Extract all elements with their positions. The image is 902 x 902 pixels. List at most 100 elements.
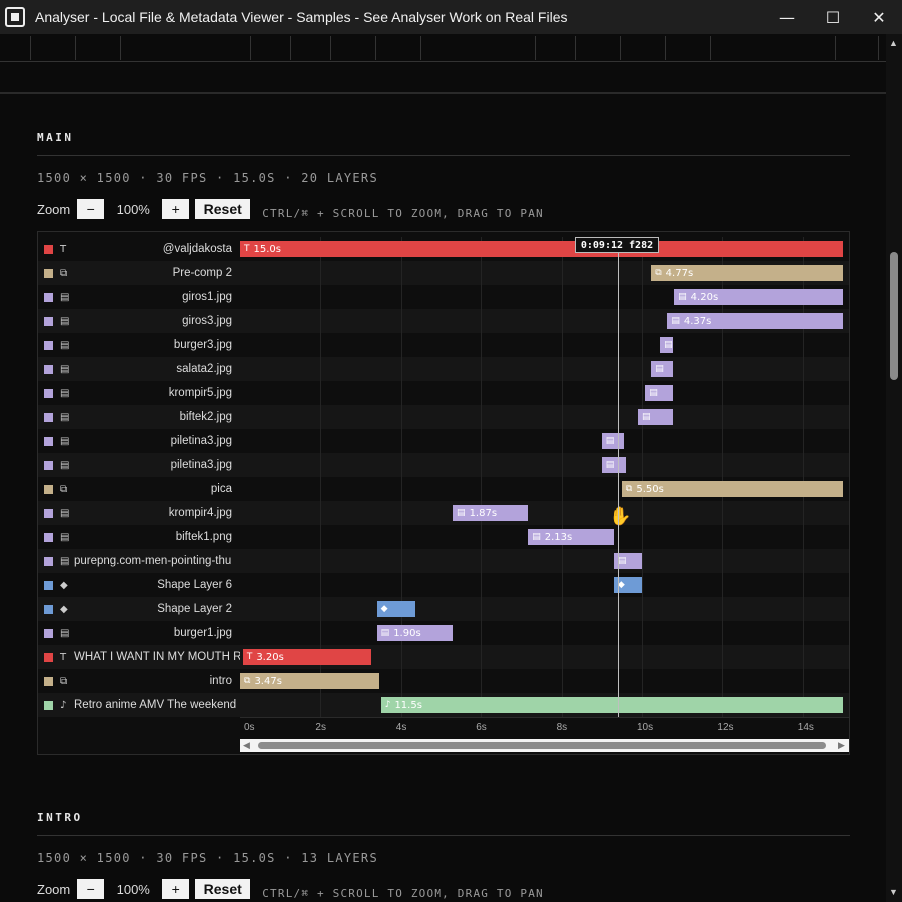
maximize-button[interactable]: ☐ [810,0,856,34]
layer-row-label[interactable]: T WHAT I WANT IN MY MOUTH RIG [38,645,240,669]
layer-row-label[interactable]: ▤ biftek2.jpg [38,405,240,429]
layer-bar[interactable]: ♪ 11.5s [380,697,843,713]
layer-bar[interactable]: ▤ 2.13s [528,529,614,545]
horizontal-scrollbar[interactable]: ◀ ▶ [240,739,849,752]
layer-bar[interactable]: ▤ [601,457,626,473]
layer-row-label[interactable]: ▤ purepng.com-men-pointing-thu [38,549,240,573]
scrollbar-thumb[interactable] [890,252,898,380]
zoom-in-button[interactable]: + [162,879,190,899]
layer-bar[interactable]: T 15.0s [240,241,843,257]
vertical-scrollbar[interactable]: ▲ ▼ [886,34,902,902]
layer-row-label[interactable]: T @valjdakosta [38,237,240,261]
layer-row-label[interactable]: ♪ Retro anime AMV The weekend [38,693,240,717]
layer-track-row: ▤ [240,357,849,381]
layer-row-label[interactable]: ▤ krompir5.jpg [38,381,240,405]
timeline-track-area[interactable]: T 15.0s ⧉ 4.77s ▤ 4.20s ▤ 4.37s ▤ ▤ ▤ ▤ ▤ ▤ ⧉ 5.50s ▤ 1.8… [240,237,849,717]
image-layer-icon: ▤ [60,363,70,375]
layer-row-label[interactable]: ▤ krompir4.jpg [38,501,240,525]
layer-row-label[interactable]: ⧉ pica [38,477,240,501]
strip-divider [878,36,879,60]
layer-bar[interactable]: ▤ [660,337,674,353]
layer-duration-label: 1.87s [469,507,498,519]
layer-bar[interactable]: T 3.20s [242,649,372,665]
layer-row-label[interactable]: ▤ giros3.jpg [38,309,240,333]
ruler-tick-label: 8s [556,722,568,733]
composition-meta: 1500 × 1500 · 30 FPS · 15.0S · 20 LAYERS [37,171,378,185]
image-bar-icon: ▤ [649,388,658,398]
layer-row-label[interactable]: ▤ salata2.jpg [38,357,240,381]
layer-row-label[interactable]: ▤ burger1.jpg [38,621,240,645]
ruler-tick-label: 10s [637,722,654,733]
layer-bar[interactable]: ▤ [601,433,624,449]
zoom-hint: CTRL/⌘ + SCROLL TO ZOOM, DRAG TO PAN [262,206,544,220]
image-bar-icon: ▤ [664,340,673,350]
ruler-tick-label: 6s [476,722,487,733]
layer-bar[interactable]: ◆ [376,601,415,617]
image-layer-icon: ▤ [60,411,70,423]
layer-color-swatch [44,460,53,470]
zoom-out-button[interactable]: − [77,879,105,899]
audio-bar-icon: ♪ [384,700,391,710]
composition-meta: 1500 × 1500 · 30 FPS · 15.0S · 13 LAYERS [37,851,378,865]
gridline [722,237,724,717]
layer-row-label[interactable]: ⧉ Pre-comp 2 [38,261,240,285]
layer-bar[interactable]: ▤ [651,361,674,377]
scroll-down-icon[interactable]: ▼ [889,887,898,897]
layer-row-label[interactable]: ▤ giros1.jpg [38,285,240,309]
layer-name: burger3.jpg [173,339,232,351]
image-layer-icon: ▤ [60,339,70,351]
zoom-in-button[interactable]: + [162,199,190,219]
layer-row-label[interactable]: ◆ Shape Layer 6 [38,573,240,597]
layer-bar[interactable]: ▤ [637,409,674,425]
layer-name: piletina3.jpg [170,459,232,471]
text-bar-icon: T [244,244,250,254]
minimize-button[interactable]: — [764,0,810,34]
layer-color-swatch [44,292,53,302]
layer-duration-label: 2.13s [544,531,573,543]
layer-row-label[interactable]: ⧉ intro [38,669,240,693]
layer-name: biftek2.jpg [179,411,232,423]
layer-color-swatch [44,604,53,614]
layer-name: pica [210,483,232,495]
zoom-value: 100% [116,881,150,897]
gridline [400,237,402,717]
layer-bar[interactable]: ▤ 4.20s [674,289,843,305]
layer-bar[interactable]: ⧉ 5.50s [621,481,843,497]
zoom-out-button[interactable]: − [77,199,105,219]
layer-bar[interactable]: ▤ 1.90s [376,625,454,641]
layer-color-swatch [44,268,53,278]
scroll-up-icon[interactable]: ▲ [889,38,898,48]
layer-name: piletina3.jpg [170,435,232,447]
image-bar-icon: ▤ [678,292,687,302]
section-rule [37,155,850,156]
layer-color-swatch [44,316,53,326]
time-ruler: 0s 2s 4s 6s 8s 10s 12s 14s [240,717,849,735]
precomp-layer-icon: ⧉ [60,267,68,279]
layer-color-swatch [44,676,53,686]
layer-bar[interactable]: ⧉ 3.47s [240,673,380,689]
zoom-value: 100% [116,201,150,217]
layer-bar[interactable]: ▤ [645,385,674,401]
layer-color-swatch [44,244,53,254]
scroll-left-icon[interactable]: ◀ [243,739,250,752]
scroll-right-icon[interactable]: ▶ [838,739,845,752]
layer-color-swatch [44,628,53,638]
zoom-reset-button[interactable]: Reset [195,199,251,219]
layer-row-label[interactable]: ▤ piletina3.jpg [38,429,240,453]
layer-duration-label: 4.37s [683,315,712,327]
image-bar-icon: ▤ [380,628,390,638]
layer-row-label[interactable]: ◆ Shape Layer 2 [38,597,240,621]
image-layer-icon: ▤ [60,507,70,519]
close-button[interactable]: ✕ [856,0,902,34]
zoom-reset-button[interactable]: Reset [195,879,251,899]
layer-row-label[interactable]: ▤ burger3.jpg [38,333,240,357]
hscroll-thumb[interactable] [258,742,826,749]
layer-row-label[interactable]: ▤ piletina3.jpg [38,453,240,477]
playhead-line[interactable] [617,237,619,717]
layer-bar[interactable]: ⧉ 4.77s [651,265,843,281]
layer-bar[interactable]: ▤ 4.37s [667,313,843,329]
layer-row-label[interactable]: ▤ biftek1.png [38,525,240,549]
layer-track-row: ⧉ 4.77s [240,261,849,285]
layer-track-row: ▤ [240,405,849,429]
layer-bar[interactable]: ▤ 1.87s [453,505,529,521]
